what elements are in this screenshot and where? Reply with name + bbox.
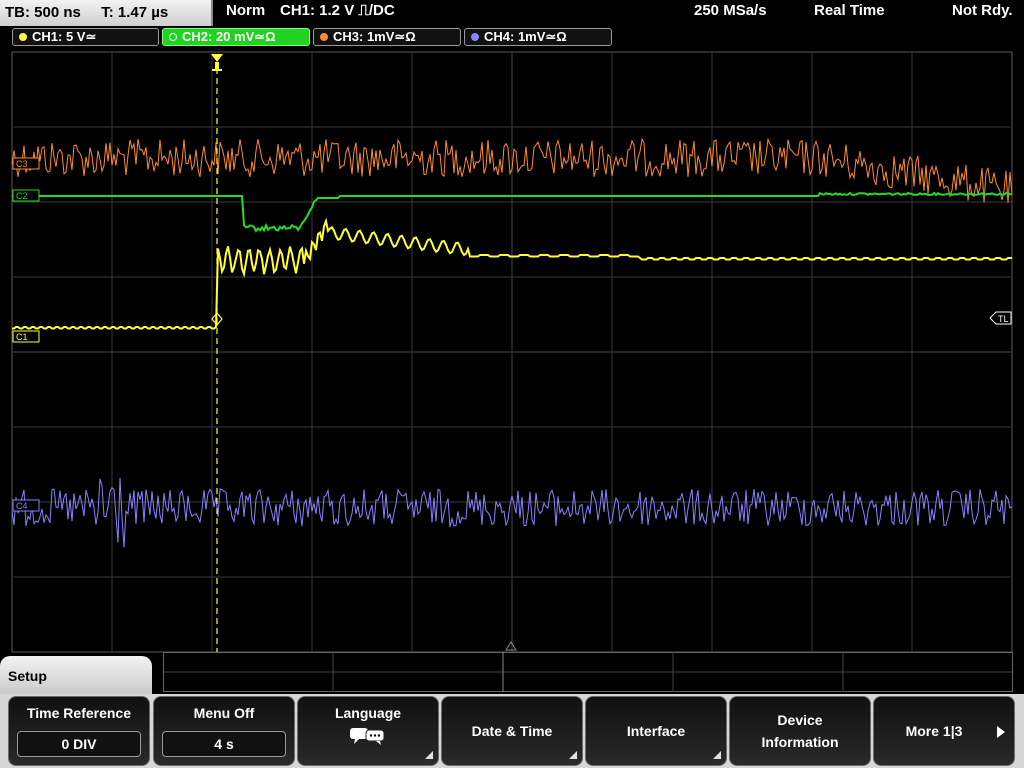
timebase-value: TB: 500 ns (5, 4, 81, 21)
submenu-corner-icon (569, 751, 577, 759)
ch1-label: CH1: 5 V≃ (32, 29, 97, 44)
acquisition-state: Not Rdy. (952, 2, 1013, 19)
grid (12, 52, 1012, 652)
ch2-label: CH2: 20 mV≃Ω (182, 29, 276, 44)
tab-ch4[interactable]: CH4: 1mV≃Ω (464, 28, 612, 46)
ch4-marker[interactable]: C4 (12, 499, 40, 512)
next-page-arrow-icon (997, 726, 1005, 738)
waveform-display[interactable]: C3 C2 C1 C4 TL (0, 48, 1024, 656)
menu-title-setup: Setup (0, 656, 152, 696)
menu-off-button[interactable]: Menu Off 4 s (153, 696, 295, 766)
ch3-dot-icon (320, 33, 328, 41)
ch1-dot-icon (19, 33, 27, 41)
tab-ch2[interactable]: CH2: 20 mV≃Ω (162, 28, 310, 46)
ch3-label: CH3: 1mV≃Ω (333, 29, 416, 44)
trigger-source[interactable]: CH1: 1.2 V ⎍/DC (280, 0, 395, 22)
date-time-label: Date & Time (471, 723, 553, 739)
ch4-label: CH4: 1mV≃Ω (484, 29, 567, 44)
language-button[interactable]: Language (297, 696, 439, 766)
status-bar: TB: 500 ns T: 1.47 µs Norm CH1: 1.2 V ⎍/… (0, 0, 1024, 26)
interface-button[interactable]: Interface (585, 696, 727, 766)
time-reference-value: 0 DIV (17, 731, 141, 757)
ch2-marker-label: C2 (16, 191, 28, 201)
trigger-level-label: TL (998, 314, 1009, 324)
trigger-mode[interactable]: Norm (226, 0, 265, 22)
zoom-overview (163, 652, 1013, 692)
interface-label: Interface (626, 723, 686, 739)
ch1-marker-label: C1 (16, 332, 28, 342)
more-label: More 1|3 (905, 723, 963, 739)
ch3-marker-label: C3 (16, 159, 28, 169)
trigger-level-marker[interactable]: TL (989, 311, 1012, 325)
trigger-position-marker-icon[interactable] (211, 54, 223, 71)
acquisition-mode: Real Time (814, 2, 885, 19)
submenu-corner-icon (713, 751, 721, 759)
timebase-box[interactable]: TB: 500 ns T: 1.47 µs (0, 0, 213, 26)
date-time-button[interactable]: Date & Time (441, 696, 583, 766)
ch4-marker-label: C4 (16, 501, 28, 511)
device-info-line2: Information (761, 734, 839, 750)
ch3-marker[interactable]: C3 (12, 157, 40, 170)
device-information-button[interactable]: Device Information (729, 696, 871, 766)
time-reference-button[interactable]: Time Reference 0 DIV (8, 696, 150, 766)
ch4-dot-icon (471, 33, 479, 41)
menu-off-value: 4 s (162, 731, 286, 757)
center-marker-icon (505, 641, 517, 651)
ch1-marker[interactable]: C1 (12, 330, 40, 343)
more-button[interactable]: More 1|3 (873, 696, 1015, 766)
language-label: Language (334, 705, 402, 721)
trigger-time-value: T: 1.47 µs (101, 4, 169, 21)
menu-off-label: Menu Off (193, 705, 255, 721)
ch2-dot-icon (169, 33, 177, 41)
submenu-corner-icon (425, 751, 433, 759)
speech-bubble-icon (350, 728, 385, 745)
device-info-line1: Device (777, 712, 823, 728)
sample-rate: 250 MSa/s (694, 2, 767, 19)
time-reference-label: Time Reference (26, 705, 131, 721)
tab-ch1[interactable]: CH1: 5 V≃ (12, 28, 159, 46)
tab-ch3[interactable]: CH3: 1mV≃Ω (313, 28, 461, 46)
ch2-marker[interactable]: C2 (12, 189, 40, 202)
